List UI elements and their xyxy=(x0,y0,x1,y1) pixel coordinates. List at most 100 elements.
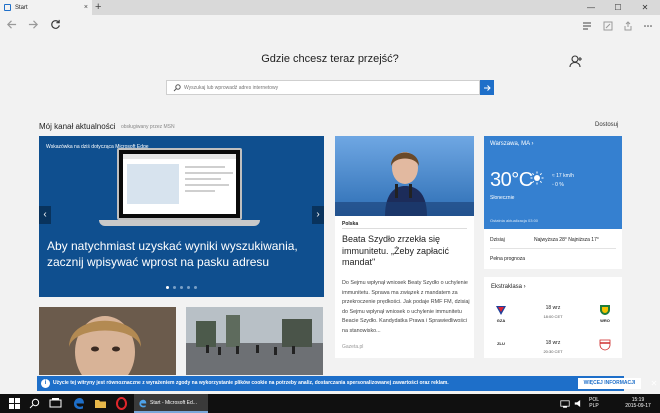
match-row[interactable]: ZLU 18 wrz 20:30 CET xyxy=(491,339,615,365)
news-image-portrait[interactable] xyxy=(39,307,176,375)
volume-icon[interactable] xyxy=(574,397,584,410)
tab-title: Start xyxy=(15,4,28,11)
arrow-right-icon xyxy=(484,84,491,91)
full-forecast-link[interactable]: Pełna prognoza xyxy=(490,256,525,262)
sports-league-title[interactable]: Ekstraklasa › xyxy=(491,284,526,290)
humidity-icon: ◦ xyxy=(552,182,554,188)
clock-date: 2015-09-17 xyxy=(625,403,651,409)
hub-icon xyxy=(583,22,591,30)
hub-button[interactable] xyxy=(582,18,594,30)
weather-city[interactable]: Warszawa, MA › xyxy=(490,141,533,147)
laptop-image xyxy=(117,148,242,220)
tab-bar: Start × + — ☐ ✕ xyxy=(0,0,660,15)
sports-card[interactable]: Ekstraklasa › GZA 18 wrz 18:00 CET WRO Z… xyxy=(484,277,622,358)
taskbar: Start - Microsoft Ed... POL PLP 15:19 20… xyxy=(0,394,660,413)
carousel-dot[interactable] xyxy=(166,286,169,289)
forecast-day: Dzisiaj xyxy=(490,237,505,243)
news-image-street[interactable] xyxy=(186,307,323,375)
edge-icon xyxy=(139,399,147,408)
file-explorer-icon[interactable] xyxy=(94,397,107,410)
carousel-dots xyxy=(166,286,197,289)
search-heading: Gdzie chcesz teraz przejść? xyxy=(261,53,399,65)
search-go-button[interactable] xyxy=(480,80,494,95)
team-crest-icon xyxy=(599,339,611,351)
windows-start-icon[interactable] xyxy=(8,397,21,410)
news-headline[interactable]: Beata Szydło zrzekła się immunitetu. „Że… xyxy=(342,234,470,269)
new-tab-button[interactable]: + xyxy=(95,1,101,13)
search-input[interactable] xyxy=(184,82,474,93)
person-icon[interactable] xyxy=(569,54,583,68)
search-icon[interactable] xyxy=(28,397,41,410)
cookie-close-button[interactable]: ✕ xyxy=(648,376,660,391)
forward-button[interactable] xyxy=(26,17,40,31)
chevron-right-icon: › xyxy=(531,141,534,147)
carousel-prev-button[interactable]: ‹ xyxy=(39,206,51,224)
customize-link[interactable]: Dostosuj xyxy=(595,122,618,128)
weather-condition: Słonecznie xyxy=(490,195,515,201)
weather-card[interactable]: Warszawa, MA › 30°C ≈ 17 km/h ◦ 0 % Słon… xyxy=(484,136,622,269)
minimize-button[interactable]: — xyxy=(578,0,604,15)
info-icon: i xyxy=(41,379,50,388)
language-indicator[interactable]: POL PLP xyxy=(589,397,599,409)
wind-icon: ≈ xyxy=(552,173,555,179)
more-button[interactable] xyxy=(643,18,655,30)
clock[interactable]: 15:19 2015-09-17 xyxy=(620,397,656,409)
navigation-bar xyxy=(0,15,660,35)
match-row[interactable]: GZA 18 wrz 18:00 CET WRO xyxy=(491,304,615,330)
hero-caption[interactable]: Aby natychmiast uzyskać wyniki wyszukiwa… xyxy=(47,239,317,270)
back-arrow-icon xyxy=(6,19,16,29)
share-button[interactable] xyxy=(623,18,635,31)
match-date: 18 wrz xyxy=(545,340,561,346)
edge-taskbar-icon[interactable] xyxy=(72,397,85,410)
refresh-icon xyxy=(50,19,60,29)
match-time: 20:30 CET xyxy=(543,349,563,354)
news-card[interactable]: Polska Beata Szydło zrzekła się immunite… xyxy=(335,136,474,358)
edge-page-icon xyxy=(4,4,11,11)
carousel-dot[interactable] xyxy=(187,286,190,289)
news-body: Do Sejmu wpłynął wniosek Beaty Szydło o … xyxy=(342,280,470,334)
network-icon[interactable] xyxy=(560,397,570,410)
back-button[interactable] xyxy=(4,17,18,31)
refresh-button[interactable] xyxy=(48,17,62,31)
sun-icon xyxy=(530,171,544,185)
news-category: Polska xyxy=(342,221,359,227)
cookie-text: Użycie tej witryny jest równoznaczne z w… xyxy=(53,380,449,386)
close-window-button[interactable]: ✕ xyxy=(632,0,658,15)
carousel-next-button[interactable]: › xyxy=(312,206,324,224)
feed-title: Mój kanał aktualności xyxy=(39,122,116,131)
forecast-temps: Najwyższa 28° Najniższa 17° xyxy=(534,237,599,243)
match-date: 18 wrz xyxy=(545,305,561,311)
more-info-button[interactable]: WIĘCEJ INFORMACJI xyxy=(578,378,641,389)
tab-start[interactable]: Start × xyxy=(0,0,92,15)
laptop-base xyxy=(99,220,260,226)
web-note-icon xyxy=(603,21,613,31)
maximize-button[interactable]: ☐ xyxy=(605,0,631,15)
share-icon xyxy=(624,21,632,31)
taskbar-edge-window[interactable]: Start - Microsoft Ed... xyxy=(134,394,208,413)
carousel-dot[interactable] xyxy=(173,286,176,289)
more-dots-icon xyxy=(644,25,652,27)
forecast-row: Dzisiaj Najwyższa 28° Najniższa 17° xyxy=(490,237,616,243)
carousel-dot[interactable] xyxy=(194,286,197,289)
search-box xyxy=(166,80,480,95)
carousel-dot[interactable] xyxy=(180,286,183,289)
weather-temperature: 30°C xyxy=(490,169,533,191)
weather-updated: Ostatnia aktualizacja 03:00 xyxy=(490,218,539,223)
away-team: WRO xyxy=(600,318,610,323)
taskbar-window-label: Start - Microsoft Ed... xyxy=(150,400,197,406)
tab-close-button[interactable]: × xyxy=(84,4,88,11)
team-crest-icon xyxy=(600,305,610,315)
news-source: Gazeta.pl xyxy=(342,344,364,350)
weather-details: ≈ 17 km/h ◦ 0 % xyxy=(552,172,574,190)
web-note-button[interactable] xyxy=(603,18,615,31)
forward-arrow-icon xyxy=(28,19,38,29)
feed-subtitle: obsługiwany przez MSN xyxy=(121,124,175,130)
search-icon xyxy=(173,84,181,92)
news-photo xyxy=(335,136,474,216)
task-view-icon[interactable] xyxy=(49,397,62,410)
opera-icon[interactable] xyxy=(115,397,128,410)
weather-humidity: 0 % xyxy=(555,182,564,188)
hero-carousel[interactable]: Wskazówka na dziś dotycząca Microsoft Ed… xyxy=(39,136,324,297)
cookie-banner: i Użycie tej witryny jest równoznaczne z… xyxy=(37,376,657,391)
weather-wind: 17 km/h xyxy=(556,173,574,179)
